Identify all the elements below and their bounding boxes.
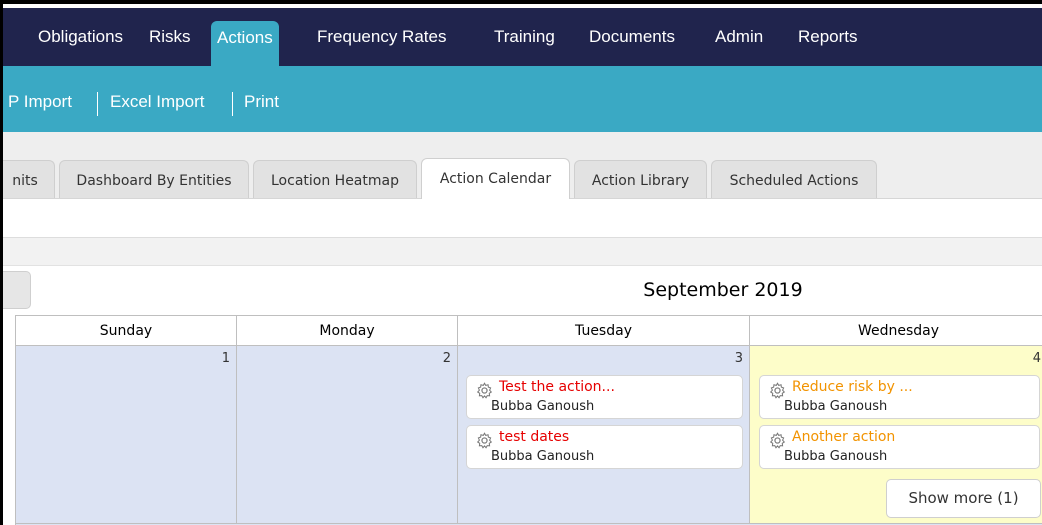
event-owner: Bubba Ganoush xyxy=(784,449,888,464)
gear-icon xyxy=(769,432,786,449)
weekday-header-wednesday: Wednesday xyxy=(750,316,1042,346)
show-more-button[interactable]: Show more (1) xyxy=(886,479,1041,518)
calendar-day-4[interactable]: 4 Reduce risk by ... Bubba Ganoush Anoth… xyxy=(750,346,1042,524)
gear-icon xyxy=(769,382,786,399)
event-title: Another action xyxy=(792,429,896,445)
tab-dashboard-by-entities[interactable]: Dashboard By Entities xyxy=(59,160,249,198)
event-title: Test the action... xyxy=(499,379,615,395)
view-tabs: nits Dashboard By Entities Location Heat… xyxy=(3,132,1042,199)
toolbar-divider xyxy=(232,92,233,116)
tab-units[interactable]: nits xyxy=(3,160,55,198)
calendar-event[interactable]: test dates Bubba Ganoush xyxy=(466,425,743,469)
tab-location-heatmap[interactable]: Location Heatmap xyxy=(253,160,417,198)
event-owner: Bubba Ganoush xyxy=(784,399,888,414)
filter-area xyxy=(3,199,1042,238)
nav-obligations[interactable]: Obligations xyxy=(32,8,129,66)
nav-reports[interactable]: Reports xyxy=(792,8,864,66)
calendar-prev-button[interactable] xyxy=(3,271,31,309)
toolbar-strip xyxy=(3,238,1042,266)
tab-action-calendar[interactable]: Action Calendar xyxy=(421,158,570,199)
event-title: Reduce risk by ... xyxy=(792,379,913,395)
tab-scheduled-actions[interactable]: Scheduled Actions xyxy=(711,160,877,198)
action-calendar: Sunday Monday Tuesday Wednesday 1 2 3 Te… xyxy=(15,315,1042,525)
main-navigation: Obligations Risks Actions Frequency Rate… xyxy=(3,8,1042,66)
nav-documents[interactable]: Documents xyxy=(583,8,681,66)
weekday-header-monday: Monday xyxy=(237,316,458,346)
calendar-day-3[interactable]: 3 Test the action... Bubba Ganoush test … xyxy=(458,346,750,524)
import-link[interactable]: P Import xyxy=(8,66,72,132)
action-toolbar: P Import Excel Import Print xyxy=(3,66,1042,132)
weekday-header-sunday: Sunday xyxy=(16,316,237,346)
print-link[interactable]: Print xyxy=(244,66,279,132)
day-number: 3 xyxy=(734,351,743,366)
event-owner: Bubba Ganoush xyxy=(491,399,595,414)
gear-icon xyxy=(476,382,493,399)
excel-import-link[interactable]: Excel Import xyxy=(110,66,204,132)
toolbar-divider xyxy=(97,92,98,116)
app-frame: Obligations Risks Actions Frequency Rate… xyxy=(0,0,1042,525)
day-number: 4 xyxy=(1032,351,1041,366)
event-title: test dates xyxy=(499,429,570,445)
nav-frequency-rates[interactable]: Frequency Rates xyxy=(311,8,452,66)
calendar-event[interactable]: Another action Bubba Ganoush xyxy=(759,425,1040,469)
nav-admin[interactable]: Admin xyxy=(709,8,769,66)
calendar-day-1[interactable]: 1 xyxy=(16,346,237,524)
calendar-day-2[interactable]: 2 xyxy=(237,346,458,524)
calendar-event[interactable]: Reduce risk by ... Bubba Ganoush xyxy=(759,375,1040,419)
tab-action-library[interactable]: Action Library xyxy=(574,160,707,198)
gear-icon xyxy=(476,432,493,449)
day-number: 1 xyxy=(221,351,230,366)
calendar-event[interactable]: Test the action... Bubba Ganoush xyxy=(466,375,743,419)
day-number: 2 xyxy=(442,351,451,366)
weekday-header-tuesday: Tuesday xyxy=(458,316,750,346)
nav-actions[interactable]: Actions xyxy=(211,21,279,66)
nav-risks[interactable]: Risks xyxy=(143,8,197,66)
nav-training[interactable]: Training xyxy=(488,8,561,66)
event-owner: Bubba Ganoush xyxy=(491,449,595,464)
calendar-month-title: September 2019 xyxy=(643,279,803,301)
